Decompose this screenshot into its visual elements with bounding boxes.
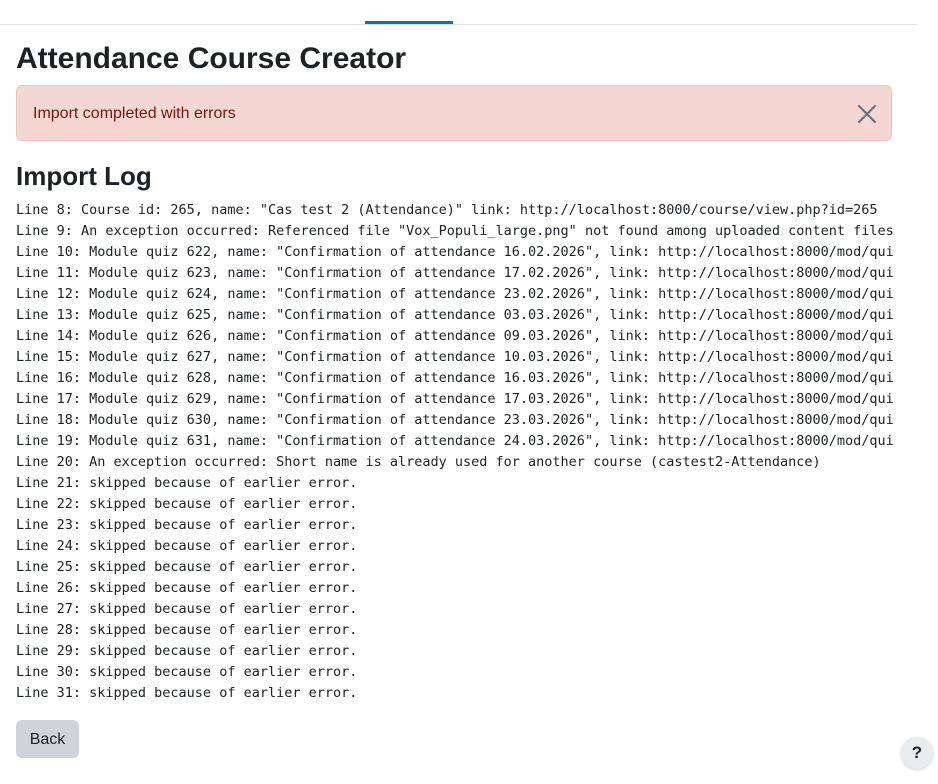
- page-title: Attendance Course Creator: [16, 42, 407, 75]
- import-log: Line 8: Course id: 265, name: "Cas test …: [16, 200, 894, 704]
- log-line: Line 23: skipped because of earlier erro…: [16, 517, 358, 533]
- log-line: Line 26: skipped because of earlier erro…: [16, 580, 358, 596]
- log-line: Line 22: skipped because of earlier erro…: [16, 496, 358, 512]
- log-line: Line 19: Module quiz 631, name: "Confirm…: [16, 433, 894, 449]
- log-line: Line 16: Module quiz 628, name: "Confirm…: [16, 370, 894, 386]
- log-line: Line 8: Course id: 265, name: "Cas test …: [16, 202, 878, 218]
- log-line: Line 18: Module quiz 630, name: "Confirm…: [16, 412, 894, 428]
- error-alert: Import completed with errors: [16, 85, 892, 141]
- log-line: Line 31: skipped because of earlier erro…: [16, 685, 358, 701]
- help-button[interactable]: ?: [901, 737, 933, 769]
- log-line: Line 27: skipped because of earlier erro…: [16, 601, 358, 617]
- log-line: Line 30: skipped because of earlier erro…: [16, 664, 358, 680]
- log-line: Line 15: Module quiz 627, name: "Confirm…: [16, 349, 894, 365]
- log-line: Line 10: Module quiz 622, name: "Confirm…: [16, 244, 894, 260]
- log-line: Line 13: Module quiz 625, name: "Confirm…: [16, 307, 894, 323]
- log-line: Line 20: An exception occurred: Short na…: [16, 454, 821, 470]
- log-line: Line 11: Module quiz 623, name: "Confirm…: [16, 265, 894, 281]
- back-button[interactable]: Back: [16, 720, 79, 758]
- log-line: Line 29: skipped because of earlier erro…: [16, 643, 358, 659]
- log-line: Line 24: skipped because of earlier erro…: [16, 538, 358, 554]
- log-line: Line 9: An exception occurred: Reference…: [16, 223, 894, 239]
- log-line: Line 21: skipped because of earlier erro…: [16, 475, 358, 491]
- active-tab-indicator: [365, 21, 453, 24]
- alert-message: Import completed with errors: [33, 105, 236, 122]
- log-line: Line 12: Module quiz 624, name: "Confirm…: [16, 286, 894, 302]
- tab-navigation: [0, 0, 917, 25]
- log-line: Line 28: skipped because of earlier erro…: [16, 622, 358, 638]
- log-line: Line 17: Module quiz 629, name: "Confirm…: [16, 391, 894, 407]
- log-line: Line 14: Module quiz 626, name: "Confirm…: [16, 328, 894, 344]
- log-line: Line 25: skipped because of earlier erro…: [16, 559, 358, 575]
- import-log-heading: Import Log: [16, 161, 152, 191]
- close-icon[interactable]: [855, 102, 879, 126]
